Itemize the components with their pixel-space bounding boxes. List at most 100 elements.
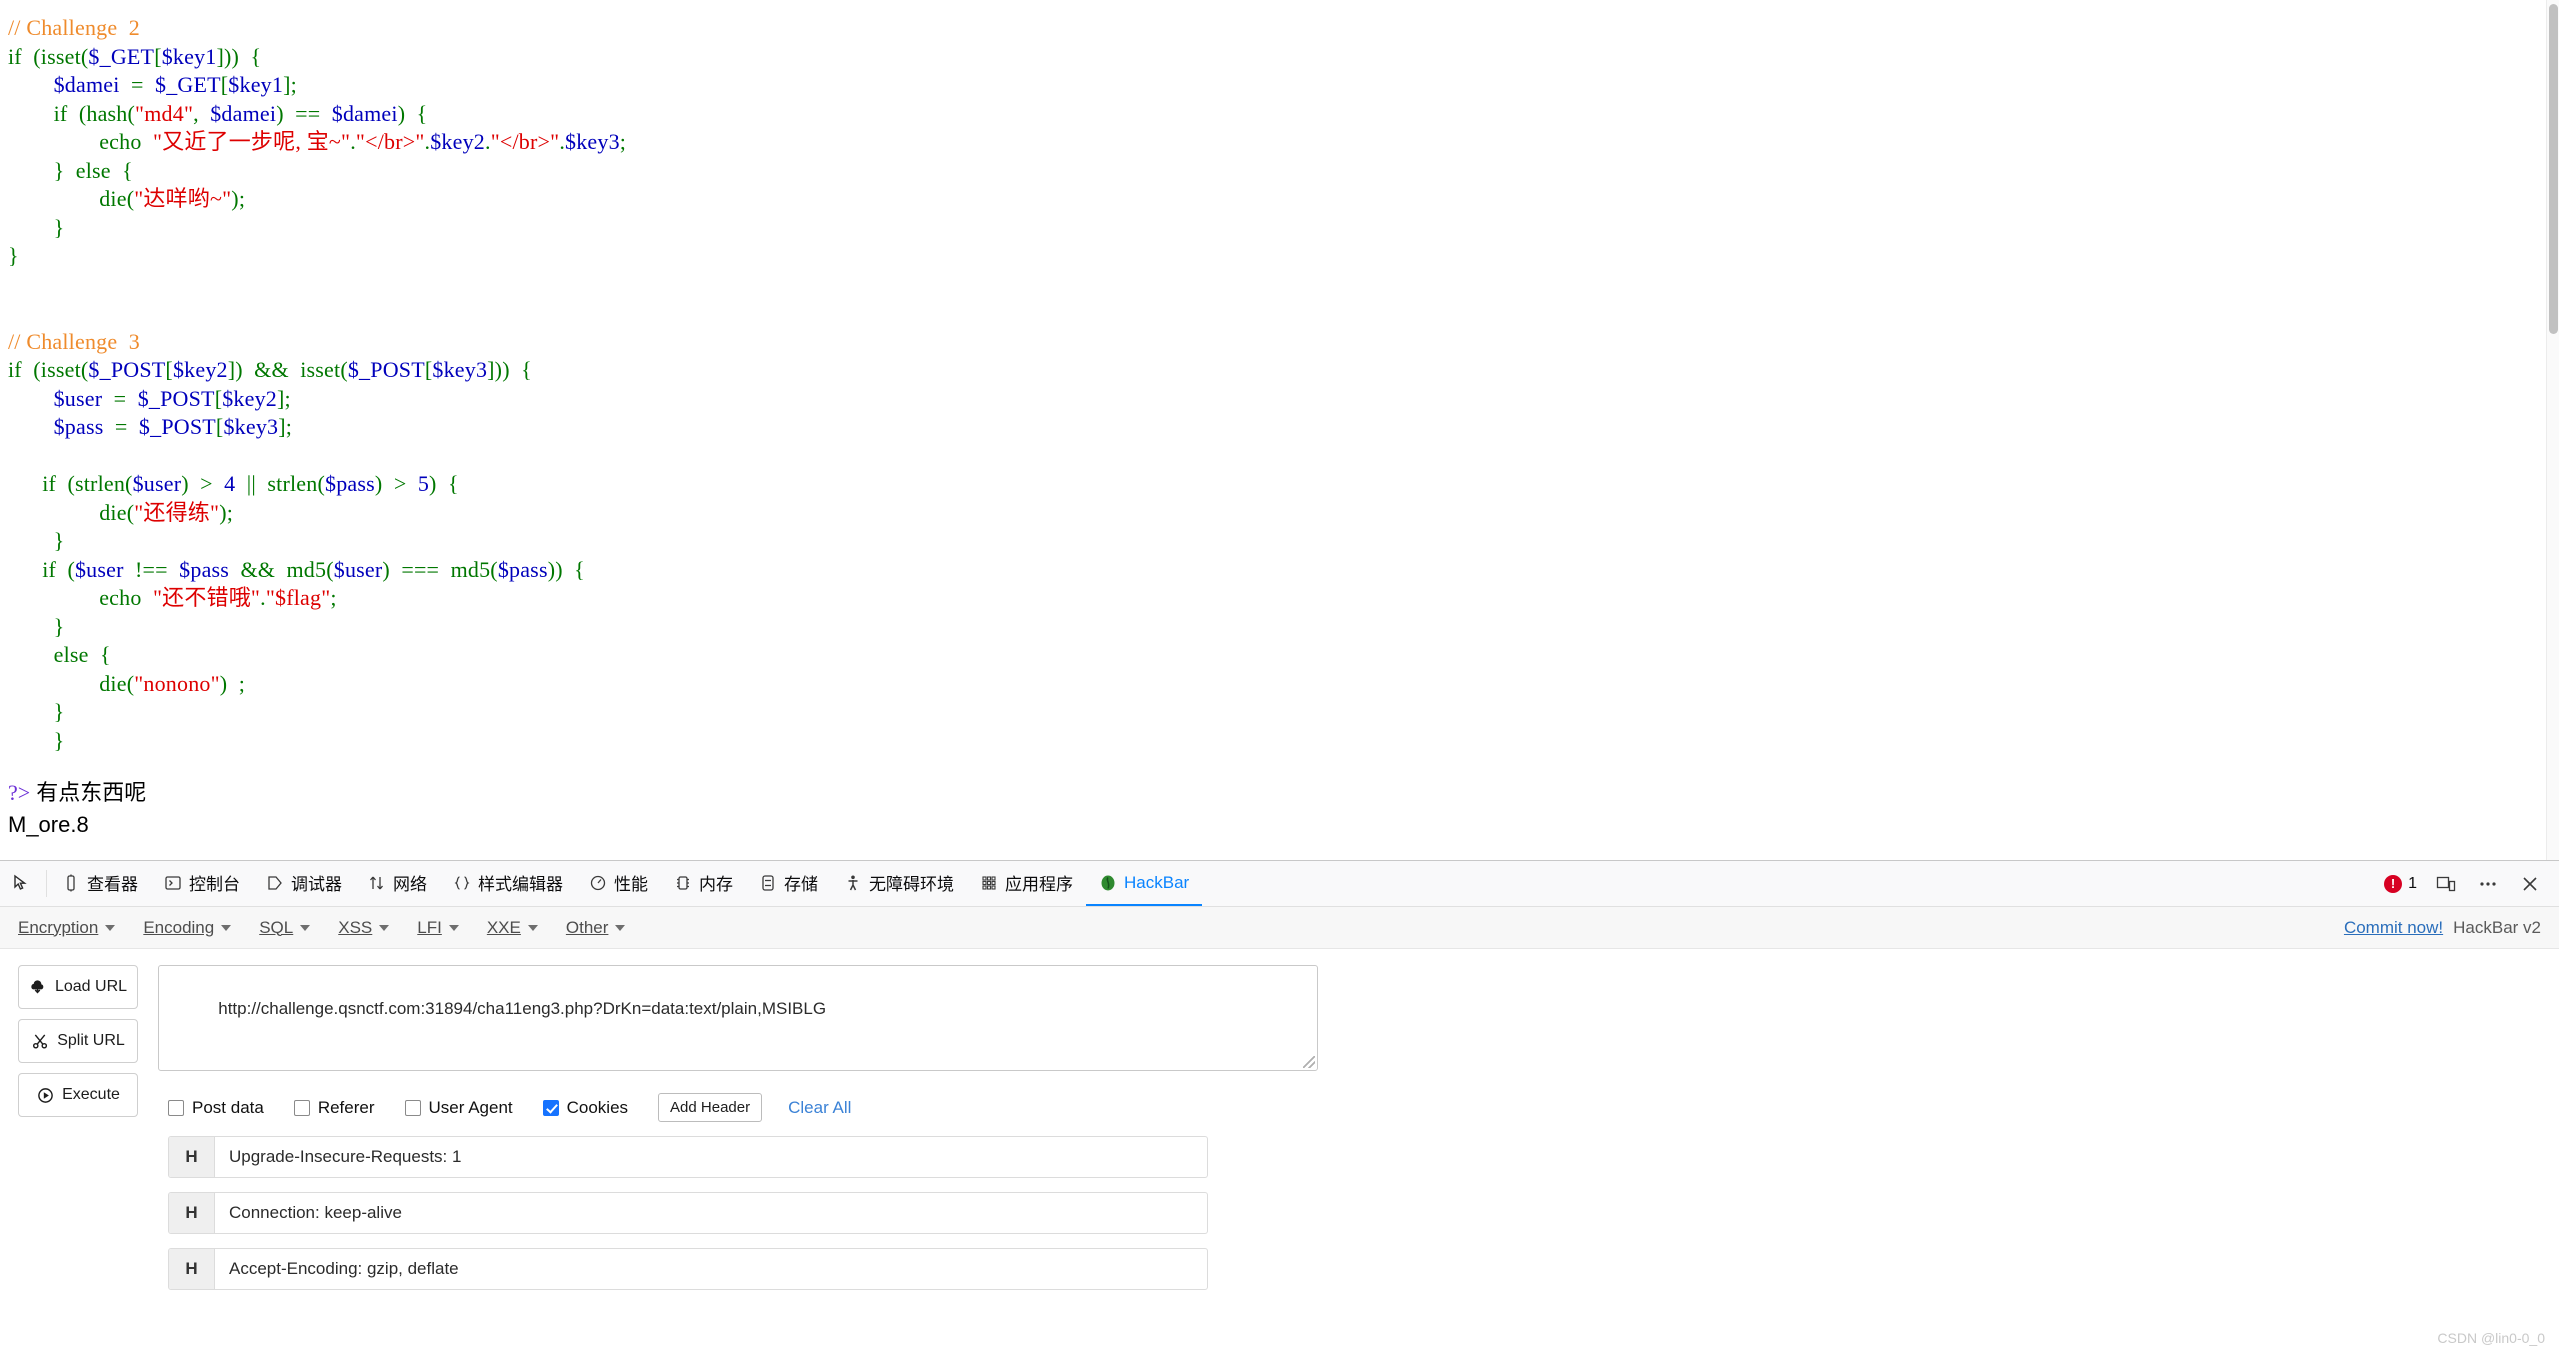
header-value-input[interactable]: Upgrade-Insecure-Requests: 1 bbox=[215, 1137, 1207, 1177]
devtools-tab-4[interactable]: 网络 bbox=[355, 861, 440, 906]
checkbox-post-data[interactable] bbox=[168, 1100, 184, 1116]
code-token: [ bbox=[165, 357, 173, 382]
code-token: if ( bbox=[8, 471, 75, 496]
code-token: "md4" bbox=[135, 101, 193, 126]
code-line: $pass = $_POST[$key3]; bbox=[8, 413, 2559, 442]
play-circle-icon bbox=[36, 1086, 54, 1104]
responsive-design-mode-icon[interactable] bbox=[2433, 871, 2459, 897]
devtools-tab-label: 无障碍环境 bbox=[869, 870, 954, 895]
devtools-tab-5[interactable]: 样式编辑器 bbox=[440, 861, 576, 906]
code-block-gap bbox=[8, 271, 2559, 328]
devtools-tab-8[interactable]: 存储 bbox=[746, 861, 831, 906]
header-row[interactable]: HUpgrade-Insecure-Requests: 1 bbox=[168, 1136, 1208, 1178]
commit-now-link[interactable]: Commit now! bbox=[2344, 918, 2443, 938]
hackbar-action-buttons: Load URL Split URL Execute bbox=[18, 965, 138, 1290]
hackbar-menu-encryption[interactable]: Encryption bbox=[18, 918, 115, 938]
checkbox-cookies[interactable] bbox=[543, 1100, 559, 1116]
load-url-button[interactable]: Load URL bbox=[18, 965, 138, 1009]
code-line: if (isset($_GET[$key1])) { bbox=[8, 43, 2559, 72]
code-token: if ( bbox=[8, 557, 75, 582]
code-token: isset bbox=[300, 357, 340, 382]
header-value-input[interactable]: Connection: keep-alive bbox=[215, 1193, 1207, 1233]
hackbar-menu-xxe[interactable]: XXE bbox=[487, 918, 538, 938]
devtools-panel: 查看器控制台调试器 网络 样式编辑器性能内存 存储 无障碍环境应用程序HackBar !… bbox=[0, 860, 2559, 1354]
option-user-agent[interactable]: User Agent bbox=[405, 1098, 513, 1118]
chevron-down-icon bbox=[379, 925, 389, 931]
code-token: $key3 bbox=[223, 414, 278, 439]
checkbox-user-agent[interactable] bbox=[405, 1100, 421, 1116]
code-line: // Challenge 2 bbox=[8, 14, 2559, 43]
close-devtools-icon[interactable] bbox=[2517, 871, 2543, 897]
application-icon bbox=[980, 874, 998, 892]
hackbar-body: Load URL Split URL Execute http://challeng… bbox=[0, 949, 2559, 1290]
meatball-menu-icon[interactable] bbox=[2475, 871, 2501, 897]
hackbar-menu-xss[interactable]: XSS bbox=[338, 918, 389, 938]
code-token: ) === bbox=[382, 557, 450, 582]
page-scrollbar-thumb[interactable] bbox=[2549, 4, 2558, 334]
code-token: "还不错哦" bbox=[153, 585, 260, 610]
checkbox-referer[interactable] bbox=[294, 1100, 310, 1116]
console-icon bbox=[164, 874, 182, 892]
devtools-tab-label: 样式编辑器 bbox=[478, 870, 563, 895]
hackbar-checkbox-group: Post data Referer User Agent Cookies bbox=[168, 1098, 658, 1118]
code-token: [ bbox=[154, 44, 162, 69]
devtools-tab-2[interactable]: 控制台 bbox=[151, 861, 253, 906]
header-row[interactable]: HAccept-Encoding: gzip, deflate bbox=[168, 1248, 1208, 1290]
devtools-tab-11[interactable]: HackBar bbox=[1086, 861, 1202, 906]
php-output-text: ?> 有点东西呢M_ore.8 bbox=[0, 777, 2559, 841]
code-token: md5 bbox=[287, 557, 327, 582]
error-count-badge[interactable]: ! 1 bbox=[2384, 875, 2417, 893]
chevron-down-icon bbox=[105, 925, 115, 931]
header-row[interactable]: HConnection: keep-alive bbox=[168, 1192, 1208, 1234]
textarea-resize-grip[interactable] bbox=[1303, 1056, 1315, 1068]
devtools-tab-6[interactable]: 性能 bbox=[576, 861, 661, 906]
code-token: die bbox=[8, 671, 127, 696]
hackbar-menu-label: Encryption bbox=[18, 918, 98, 938]
option-post-data[interactable]: Post data bbox=[168, 1098, 264, 1118]
network-icon bbox=[368, 874, 386, 892]
code-token: $user bbox=[334, 557, 383, 582]
devtools-tab-7[interactable]: 内存 bbox=[661, 861, 746, 906]
hackbar-menu-sql[interactable]: SQL bbox=[259, 918, 310, 938]
code-token: md5 bbox=[451, 557, 491, 582]
hackbar-menu-other[interactable]: Other bbox=[566, 918, 626, 938]
code-token: isset bbox=[41, 44, 81, 69]
code-token: } bbox=[8, 528, 64, 553]
php-output-value: 有点东西呢 bbox=[30, 780, 146, 805]
hackbar-menu-label: XSS bbox=[338, 918, 372, 938]
devtools-tab-9[interactable]: 无障碍环境 bbox=[831, 861, 967, 906]
devtools-tab-list: 查看器控制台调试器 网络 样式编辑器性能内存 存储 无障碍环境应用程序HackBar bbox=[49, 861, 2368, 906]
header-value-input[interactable]: Accept-Encoding: gzip, deflate bbox=[215, 1249, 1207, 1289]
code-token: ])) { bbox=[487, 357, 532, 382]
option-label: Cookies bbox=[567, 1098, 628, 1118]
code-line: // Challenge 3 bbox=[8, 328, 2559, 357]
devtools-tab-10[interactable]: 应用程序 bbox=[967, 861, 1086, 906]
split-url-button[interactable]: Split URL bbox=[18, 1019, 138, 1063]
code-token: $user bbox=[54, 386, 103, 411]
pick-element-icon[interactable] bbox=[0, 861, 44, 906]
code-token: ) { bbox=[429, 471, 459, 496]
option-referer[interactable]: Referer bbox=[294, 1098, 375, 1118]
add-header-button[interactable]: Add Header bbox=[658, 1093, 762, 1122]
php-output-line: ?> 有点东西呢 bbox=[0, 777, 2559, 809]
url-input[interactable]: http://challenge.qsnctf.com:31894/cha11e… bbox=[158, 965, 1318, 1071]
devtools-tab-label: 网络 bbox=[393, 870, 427, 895]
code-token: , bbox=[193, 101, 210, 126]
devtools-tab-1[interactable]: 查看器 bbox=[49, 861, 151, 906]
code-token: $pass bbox=[54, 414, 104, 439]
code-token: "又近了一步呢, 宝~" bbox=[153, 129, 350, 154]
execute-button[interactable]: Execute bbox=[18, 1073, 138, 1117]
devtools-tab-label: 存储 bbox=[784, 870, 818, 895]
clear-all-button[interactable]: Clear All bbox=[788, 1098, 851, 1118]
hackbar-menu-lfi[interactable]: LFI bbox=[417, 918, 459, 938]
devtools-tab-label: 查看器 bbox=[87, 870, 138, 895]
devtools-tab-3[interactable]: 调试器 bbox=[253, 861, 355, 906]
option-cookies[interactable]: Cookies bbox=[543, 1098, 628, 1118]
code-line: } bbox=[8, 727, 2559, 756]
code-token: ( bbox=[317, 471, 325, 496]
code-token: "达咩哟~" bbox=[134, 186, 231, 211]
hackbar-menu-encoding[interactable]: Encoding bbox=[143, 918, 231, 938]
hackbar-icon bbox=[1099, 874, 1117, 892]
page-scrollbar[interactable] bbox=[2546, 0, 2559, 860]
code-token: "$flag" bbox=[266, 585, 331, 610]
